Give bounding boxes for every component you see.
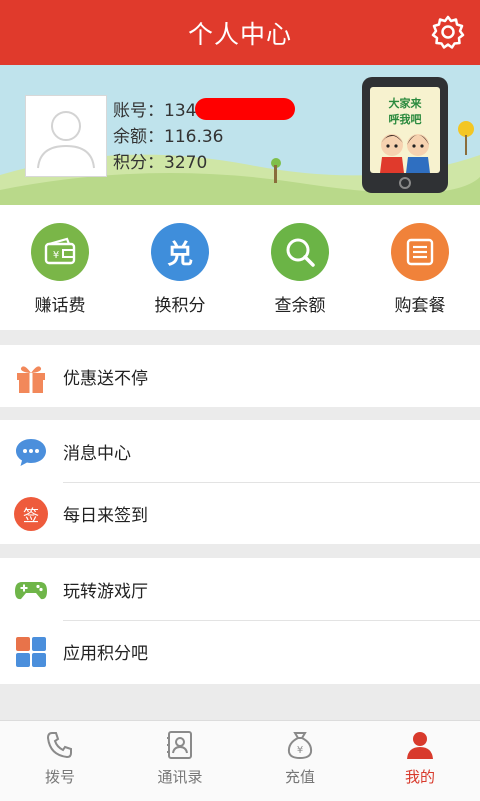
user-icon <box>407 732 433 759</box>
redaction-mark <box>195 98 295 120</box>
avatar[interactable] <box>25 95 107 177</box>
action-check-balance[interactable]: 查余额 <box>240 205 360 330</box>
menu-section-messages: 消息中心 签 每日来签到 <box>0 420 480 544</box>
menu-item-message-center[interactable]: 消息中心 <box>0 420 480 482</box>
bottom-nav: 拨号 通讯录 ¥ 充值 我的 <box>0 720 480 801</box>
menu-label: 应用积分吧 <box>63 643 148 664</box>
gear-icon[interactable] <box>430 14 466 50</box>
menu-section-promo: 优惠送不停 <box>0 345 480 407</box>
chat-icon <box>16 439 46 466</box>
wallet-icon: ¥ <box>31 223 89 281</box>
action-exchange-points[interactable]: 兑 换积分 <box>120 205 240 330</box>
gamepad-icon <box>15 582 47 600</box>
menu-section-apps: 玩转游戏厅 应用积分吧 <box>0 558 480 684</box>
action-label: 赚话费 <box>34 296 86 316</box>
menu-label: 优惠送不停 <box>63 368 148 389</box>
menu-item-game-hall[interactable]: 玩转游戏厅 <box>0 558 480 620</box>
tab-dial[interactable]: 拨号 <box>0 721 120 801</box>
tab-label: 充值 <box>284 768 315 786</box>
app-header: 个人中心 <box>0 0 480 65</box>
user-placeholder-icon <box>37 111 95 169</box>
action-label: 换积分 <box>154 296 206 316</box>
action-buy-package[interactable]: 购套餐 <box>360 205 480 330</box>
svg-text:¥: ¥ <box>53 250 59 261</box>
tab-label: 通讯录 <box>157 768 203 786</box>
balance-value: 116.36 <box>164 127 224 147</box>
svg-text:¥: ¥ <box>297 745 303 756</box>
sign-in-icon: 签 <box>14 497 48 531</box>
menu-item-promotions[interactable]: 优惠送不停 <box>0 345 480 407</box>
exchange-glyph: 兑 <box>166 239 193 270</box>
exchange-icon: 兑 <box>151 223 209 281</box>
menu-label: 玩转游戏厅 <box>63 581 148 602</box>
tab-mine[interactable]: 我的 <box>360 721 480 801</box>
menu-item-daily-signin[interactable]: 签 每日来签到 <box>0 482 480 544</box>
tab-recharge[interactable]: ¥ 充值 <box>240 721 360 801</box>
menu-label: 每日来签到 <box>63 505 148 526</box>
quick-actions: ¥ 赚话费 兑 换积分 查余额 购套餐 <box>0 205 480 330</box>
list-icon <box>391 223 449 281</box>
action-label: 购套餐 <box>394 296 446 316</box>
contacts-icon <box>167 731 192 759</box>
home-button-icon <box>399 177 411 189</box>
apps-icon <box>16 637 46 667</box>
promo-screen: 大家来 呼我吧 <box>370 87 440 173</box>
gift-icon <box>17 366 45 393</box>
tab-label: 拨号 <box>44 768 75 786</box>
points-row: 积分：3270 <box>113 153 208 173</box>
sign-in-glyph: 签 <box>22 506 39 525</box>
balance-row: 余额：116.36 <box>113 127 224 147</box>
search-icon <box>271 223 329 281</box>
account-number: 134 <box>164 101 197 121</box>
cartoon-kids-icon <box>380 134 430 173</box>
action-earn-credit[interactable]: ¥ 赚话费 <box>0 205 120 330</box>
tab-contacts[interactable]: 通讯录 <box>120 721 240 801</box>
tab-label: 我的 <box>404 768 435 786</box>
menu-label: 消息中心 <box>63 443 131 464</box>
action-label: 查余额 <box>274 296 326 316</box>
money-bag-icon: ¥ <box>287 732 313 760</box>
page-title: 个人中心 <box>187 19 292 49</box>
points-value: 3270 <box>164 153 208 173</box>
phone-icon <box>46 732 72 759</box>
menu-item-app-points[interactable]: 应用积分吧 <box>0 620 480 682</box>
promo-phone-card[interactable]: 大家来 呼我吧 <box>362 77 448 193</box>
